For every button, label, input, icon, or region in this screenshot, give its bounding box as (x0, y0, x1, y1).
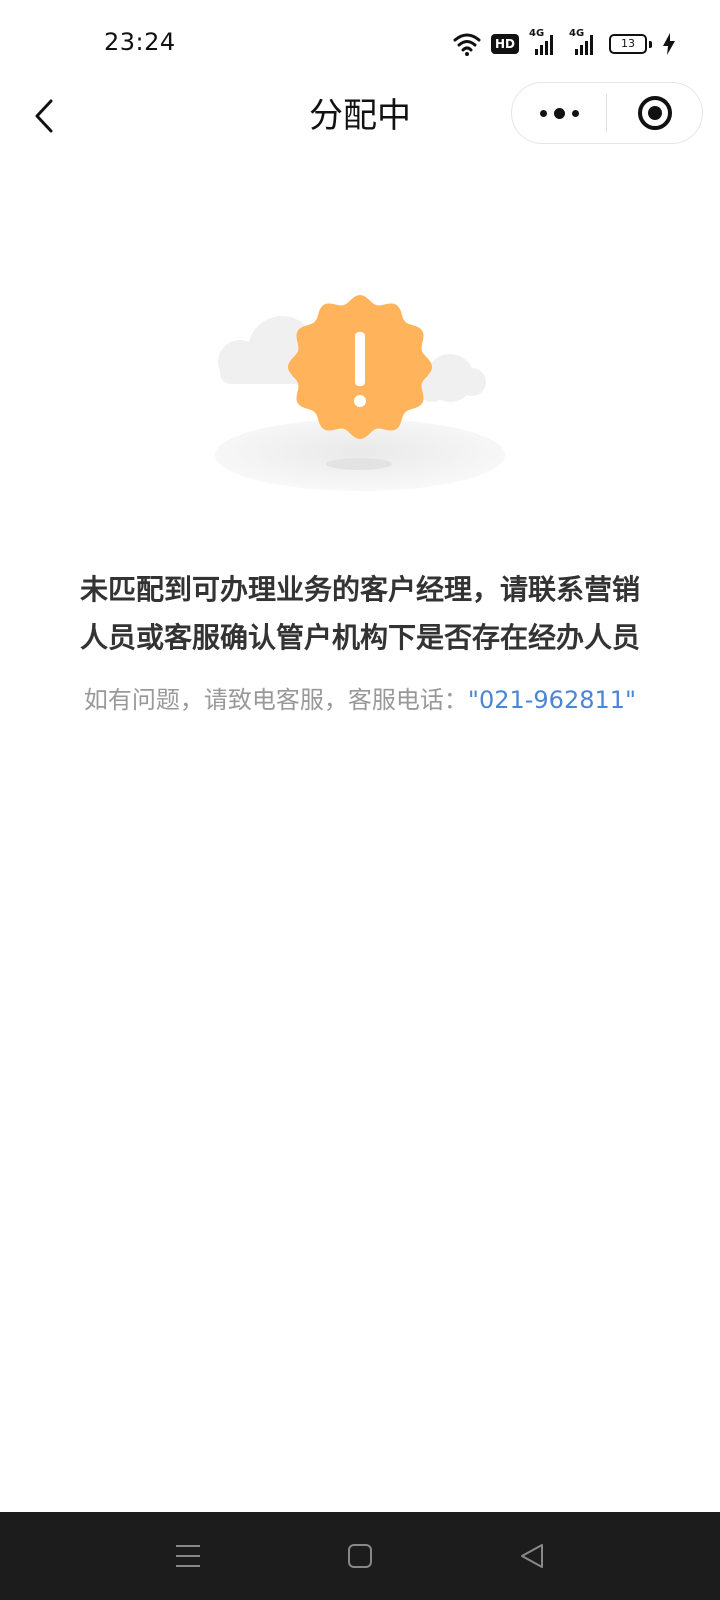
menu-icon (176, 1545, 200, 1567)
phone-link[interactable]: "021-962811" (468, 686, 636, 714)
help-prefix: 如有问题，请致电客服，客服电话： (83, 686, 468, 714)
nav-bar: 分配中 (0, 80, 720, 152)
wifi-icon (453, 33, 481, 56)
hd-voice-icon: HD (490, 34, 519, 54)
charging-icon (663, 33, 675, 55)
warning-badge-icon (215, 295, 505, 491)
battery-icon: 13 (609, 34, 652, 54)
status-bar: 23:24 HD 4G 4G 13 (0, 0, 720, 88)
back-nav-button[interactable] (510, 1534, 554, 1578)
more-button[interactable] (512, 83, 606, 143)
network-type-label-2: 4G (569, 28, 585, 39)
home-square-icon (348, 1544, 372, 1568)
message-line-2: 人员或客服确认管户机构下是否存在经办人员 (79, 621, 640, 654)
help-text: 如有问题，请致电客服，客服电话："021-962811" (0, 680, 720, 720)
back-triangle-icon (521, 1544, 543, 1568)
more-icon (539, 109, 547, 117)
status-time: 23:24 (104, 28, 176, 56)
no-manager-message: 未匹配到可办理业务的客户经理，请联系营销 人员或客服确认管户机构下是否存在经办人… (40, 566, 680, 662)
close-miniprogram-button[interactable] (607, 83, 702, 143)
mini-program-capsule (511, 82, 703, 144)
menu-button[interactable] (166, 1534, 210, 1578)
system-navigation-bar (0, 1512, 720, 1600)
home-button[interactable] (338, 1534, 382, 1578)
message-line-1: 未匹配到可办理业务的客户经理，请联系营销 (79, 573, 640, 606)
network-type-label: 4G (529, 28, 545, 39)
battery-level: 13 (609, 34, 647, 54)
signal-4g-icon: 4G (529, 28, 559, 55)
target-close-icon (637, 96, 672, 130)
warning-illustration (210, 290, 510, 510)
signal-4g-icon-2: 4G (569, 28, 599, 55)
status-icons: HD 4G 4G 13 (453, 28, 676, 58)
